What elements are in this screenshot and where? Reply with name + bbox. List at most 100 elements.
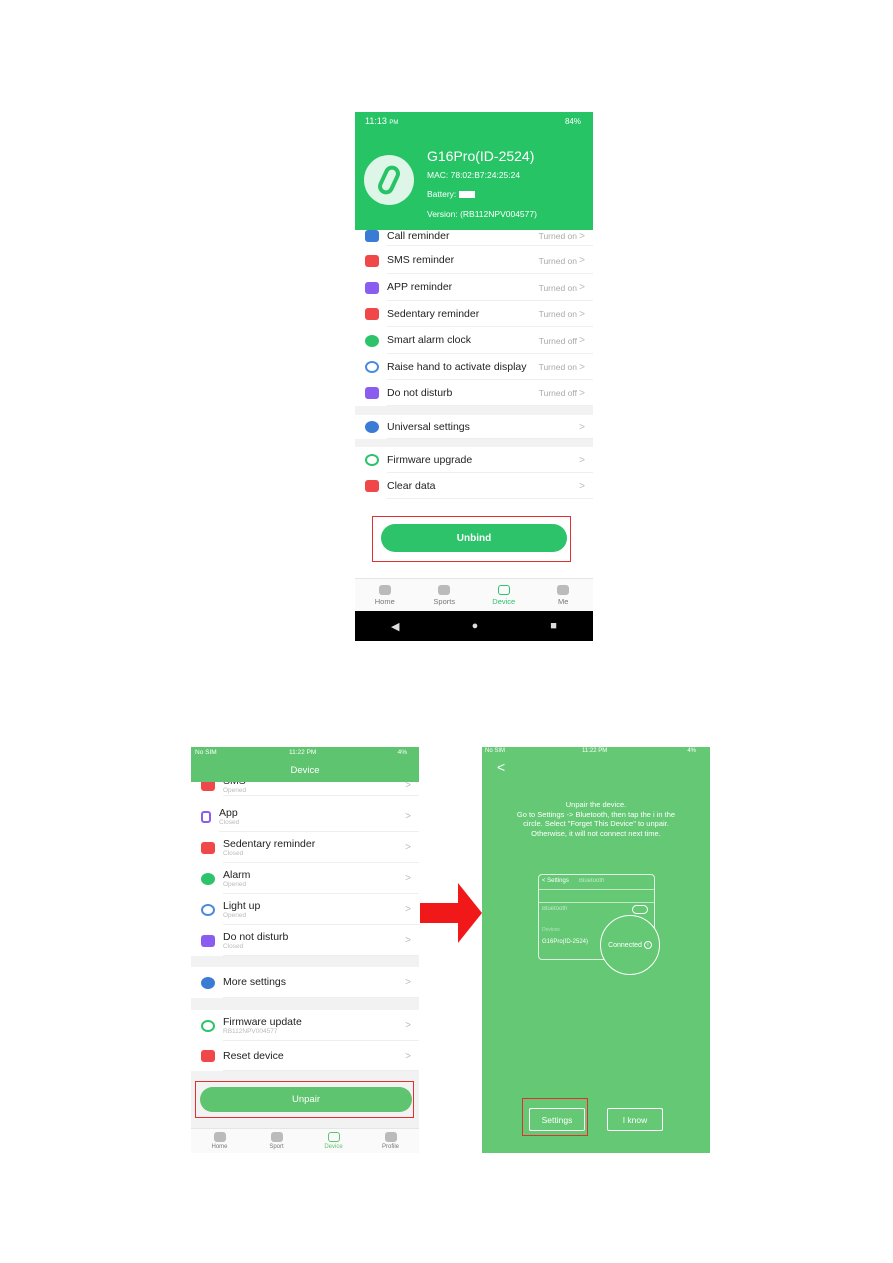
person-icon (384, 1132, 397, 1142)
app-icon (365, 281, 379, 294)
list-item[interactable]: Firmware update RB112NPV004577 > (191, 1010, 419, 1041)
row-label: Universal settings (387, 415, 593, 439)
chevron-right-icon: > (405, 842, 411, 853)
chevron-right-icon: > (579, 308, 585, 320)
row-status: Closed (223, 849, 244, 857)
status-battery: 4% (687, 748, 696, 754)
list-item[interactable]: More settings > (191, 967, 419, 998)
row-status: Opened (223, 911, 247, 919)
chevron-right-icon: > (579, 255, 585, 266)
tab-label: Profile (381, 1144, 399, 1150)
watch-avatar-icon (364, 155, 414, 205)
tab-home[interactable]: Home (191, 1129, 248, 1153)
back-icon[interactable]: ◀ (391, 620, 399, 633)
status-battery: 84% (564, 117, 581, 126)
status-time: 11:22 PM (582, 748, 608, 754)
trash-icon (365, 480, 379, 492)
battery-icon (458, 191, 475, 199)
tab-sport[interactable]: Sport (248, 1129, 305, 1153)
row-label: More settings (223, 967, 419, 998)
status-carrier: No SIM (485, 748, 506, 754)
chevron-right-icon: > (405, 1020, 411, 1031)
row-label: Light up (223, 899, 261, 912)
tab-device[interactable]: Device (474, 579, 534, 611)
person-icon (557, 584, 570, 595)
row-value: Turned on (538, 231, 577, 241)
device-name: G16Pro(ID-2524) (427, 148, 535, 164)
list-item[interactable]: Alarm Opened > (191, 863, 419, 894)
list-item[interactable]: Call reminder Turned on > (355, 226, 593, 246)
info-icon: i (643, 941, 652, 949)
tab-label: Sport (269, 1144, 284, 1150)
instruction-line: circle. Select "Forget This Device" to u… (523, 819, 669, 828)
row-label: Reset device (223, 1041, 419, 1071)
i-know-button[interactable]: I know (607, 1108, 663, 1131)
list-item[interactable]: App Closed > (191, 801, 419, 832)
list-item[interactable]: Reset device > (191, 1041, 419, 1071)
chevron-right-icon: > (405, 977, 411, 988)
row-status: Closed (223, 942, 244, 950)
watch-icon (327, 1132, 340, 1142)
instruction-line: Unpair the device. (565, 800, 627, 809)
highlight-box (522, 1098, 588, 1136)
chevron-right-icon: > (405, 873, 411, 884)
list-item[interactable]: Do not disturb Closed > (191, 925, 419, 956)
watch-icon (497, 584, 510, 595)
list-item[interactable]: Universal settings > (355, 415, 593, 439)
list-item[interactable]: Do not disturb Turned off > (355, 380, 593, 406)
list-item[interactable]: Sedentary reminder Closed > (191, 832, 419, 863)
home-circle-icon[interactable]: ● (472, 620, 479, 632)
refresh-icon (365, 454, 379, 466)
list-item[interactable]: SMS reminder Turned on > (355, 247, 593, 274)
chevron-right-icon: > (405, 904, 411, 915)
tab-device[interactable]: Device (305, 1129, 362, 1153)
tab-profile[interactable]: Profile (362, 1129, 419, 1153)
row-value: Turned on (538, 255, 577, 266)
list-item[interactable]: Smart alarm clock Turned off > (355, 327, 593, 354)
alarm-clock-icon (201, 872, 215, 885)
tab-sports[interactable]: Sports (415, 579, 475, 611)
sofa-icon (365, 308, 379, 320)
bell-off-icon (365, 387, 379, 399)
toggle-icon (632, 905, 648, 914)
device-version: Version: (RB112NPV004577) (427, 209, 537, 219)
row-value: Turned on (538, 309, 577, 319)
row-label: Clear data (387, 473, 593, 499)
tab-home[interactable]: Home (355, 579, 415, 611)
row-status: Opened (223, 880, 247, 888)
illus-title: Bluetooth (579, 878, 605, 884)
chevron-right-icon: > (405, 1050, 411, 1062)
sofa-icon (201, 841, 215, 854)
divider (191, 956, 419, 967)
list-item[interactable]: Sedentary reminder Turned on > (355, 301, 593, 327)
back-icon[interactable]: < (497, 759, 505, 775)
raise-hand-icon (201, 903, 215, 916)
status-bar: 11:13 PM (365, 116, 398, 126)
list-item[interactable]: Light up Opened > (191, 894, 419, 925)
instruction-line: Otherwise, it will not connect next time… (531, 828, 661, 838)
chevron-right-icon: > (405, 935, 411, 946)
chevron-right-icon: > (579, 335, 585, 346)
status-carrier: No SIM (195, 749, 217, 756)
tab-me[interactable]: Me (534, 579, 594, 611)
recents-icon[interactable]: ■ (550, 620, 557, 632)
row-label: Sedentary reminder (223, 837, 316, 850)
chevron-right-icon: > (579, 282, 585, 293)
device-header: No SIM 11:22 PM 4% Device (191, 747, 419, 782)
list-item[interactable]: Raise hand to activate display Turned on > (355, 354, 593, 380)
tab-label: Sports (433, 596, 456, 606)
tab-label: Home (374, 596, 395, 606)
page-title: Device (290, 765, 320, 776)
list-item[interactable]: Clear data > (355, 473, 593, 499)
alarm-clock-icon (365, 334, 379, 347)
tab-label: Home (211, 1144, 228, 1150)
bell-off-icon (201, 934, 215, 947)
refresh-icon (201, 1019, 215, 1032)
list-item[interactable]: APP reminder Turned on > (355, 274, 593, 301)
tab-bar: Home Sports Device Me (355, 578, 593, 611)
chevron-right-icon: > (579, 454, 585, 466)
unpair-instructions-screen: No SIM 11:22 PM 4% < Unpair the device. … (482, 747, 710, 1153)
list-item[interactable]: Firmware upgrade > (355, 447, 593, 473)
tab-label: Me (558, 596, 569, 606)
magnifier-circle: Connected i (600, 915, 660, 975)
